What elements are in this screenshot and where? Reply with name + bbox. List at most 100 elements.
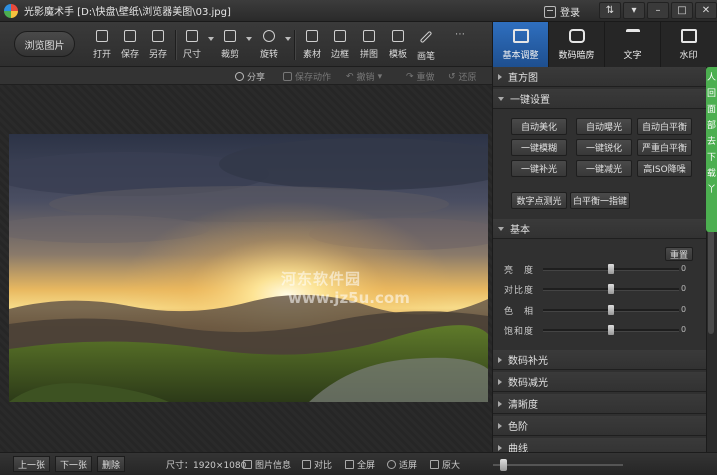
original-size-label: 原大 [442,461,461,471]
open-button[interactable]: 打开 [88,27,116,63]
digital-fill-light-section[interactable]: 数码补光 [493,350,706,370]
tab-watermark[interactable]: 水印 [660,22,716,67]
image-canvas[interactable]: 河东软件园 www.jz5u.com [0,85,492,452]
undo-button[interactable]: ↶ 撤销 ▾ [346,70,383,84]
auto-white-balance-button[interactable]: 自动白平衡 [637,118,692,135]
side-tab-char: 面 [706,105,716,115]
template-label: 模板 [388,50,407,60]
restore-button[interactable]: ↺ 还原 [448,70,477,84]
brush-button[interactable]: 画笔 [412,27,440,63]
compare-button[interactable]: 对比 [302,458,332,471]
action-bar: 分享 保存动作 ↶ 撤销 ▾ ↷ 重做 ↺ 还原 [0,67,492,85]
side-tab-char: 载 [706,169,716,179]
image-info-button[interactable]: 图片信息 [243,458,291,471]
border-button[interactable]: 边框 [326,27,354,63]
browse-images-button[interactable]: 浏览图片 [14,31,75,57]
photo-preview[interactable]: 河东软件园 www.jz5u.com [9,134,488,402]
material-button[interactable]: 素材 [298,27,326,63]
minimize-button[interactable]: – [647,2,669,19]
menu-dropdown-button[interactable]: ▾ [623,2,645,19]
border-icon [334,30,346,42]
one-key-blur-button[interactable]: 一键模糊 [511,139,567,156]
one-key-reduce-light-button[interactable]: 一键减光 [576,160,632,177]
saturation-slider-knob[interactable] [608,325,614,335]
white-balance-picker-button[interactable]: 白平衡一指键 [570,192,630,209]
resize-dropdown-icon[interactable] [208,37,214,41]
image-size-text: 尺寸：1920×1080 [166,461,247,471]
maximize-button[interactable]: □ [671,2,693,19]
zoom-slider-track[interactable] [493,464,623,466]
redo-button[interactable]: ↷ 重做 [406,70,435,84]
compare-label: 对比 [314,461,333,471]
tab-label: 基本调整 [502,51,539,61]
resize-icon [186,30,198,42]
collage-button[interactable]: 拼图 [355,27,383,63]
section-label: 数码减光 [508,378,548,389]
one-key-fill-light-button[interactable]: 一键补光 [511,160,567,177]
levels-section[interactable]: 色阶 [493,416,706,436]
next-image-button[interactable]: 下一张 [55,456,93,472]
resize-button[interactable]: 尺寸 [178,27,206,63]
histogram-section[interactable]: 直方图 [493,67,706,87]
contrast-slider-knob[interactable] [608,284,614,294]
crop-dropdown-icon[interactable] [246,37,252,41]
one-key-section[interactable]: 一键设置 [493,89,706,109]
main-toolbar: 浏览图片 打开 保存 另存 尺寸 裁剪 旋转 素材 边框 拼图 模板 画笔 ⋯ [0,22,492,67]
close-button[interactable]: ✕ [695,2,717,19]
curves-section[interactable]: 曲线 [493,438,706,452]
expand-caret-icon [498,356,502,363]
expand-caret-icon [498,422,502,429]
save-action-button[interactable]: 保存动作 [283,70,331,83]
original-size-icon [430,460,439,469]
severe-white-balance-button[interactable]: 严重白平衡 [637,139,692,156]
zoom-slider-knob[interactable] [499,459,507,471]
save-as-label: 另存 [148,50,167,60]
login-button[interactable]: 登录 [544,4,580,19]
tab-basic-adjust[interactable]: 基本调整 [492,22,548,67]
original-size-button[interactable]: 原大 [430,458,460,471]
material-label: 素材 [302,50,321,60]
brightness-slider-knob[interactable] [608,264,614,274]
hue-slider-knob[interactable] [608,305,614,315]
side-tab-char: 回 [706,89,716,99]
fullscreen-button[interactable]: 全屏 [345,458,375,471]
rotate-label: 旋转 [259,50,278,60]
rotate-button[interactable]: 旋转 [255,27,283,63]
clarity-section[interactable]: 清晰度 [493,394,706,414]
more-tools-button[interactable]: ⋯ [446,27,474,63]
high-iso-denoise-button[interactable]: 高ISO降噪 [637,160,692,177]
histogram-label: 直方图 [508,73,538,84]
basic-section[interactable]: 基本 [493,219,706,239]
save-button[interactable]: 保存 [116,27,144,63]
share-button[interactable]: 分享 [235,70,265,83]
mode-tabs: 基本调整 数码暗房 文字 水印 [492,22,717,67]
saturation-value: 0 [681,325,687,334]
rotate-dropdown-icon[interactable] [285,37,291,41]
basic-adjust-icon [512,29,529,43]
share-label: 分享 [247,73,266,83]
save-as-button[interactable]: 另存 [144,27,172,63]
auto-beautify-button[interactable]: 自动美化 [511,118,567,135]
one-key-sharpen-button[interactable]: 一键锐化 [576,139,632,156]
save-action-icon [283,72,292,81]
crop-icon [224,30,236,42]
delete-image-button[interactable]: 删除 [97,456,126,472]
crop-button[interactable]: 裁剪 [216,27,244,63]
tab-darkroom[interactable]: 数码暗房 [548,22,604,67]
template-button[interactable]: 模板 [384,27,412,63]
auto-exposure-button[interactable]: 自动曝光 [576,118,632,135]
fullscreen-icon [345,460,354,469]
template-icon [392,30,404,42]
spot-metering-button[interactable]: 数字点测光 [511,192,567,209]
login-label: 登录 [560,8,580,19]
prev-image-button[interactable]: 上一张 [13,456,51,472]
fit-screen-button[interactable]: 适屏 [387,458,417,471]
tab-text[interactable]: 文字 [604,22,660,67]
window-title: 光影魔术手 [D:\快盘\壁纸\浏览器美图\03.jpg] [24,7,231,18]
section-label: 曲线 [508,444,528,452]
skin-switch-button[interactable]: ⇅ [599,2,621,19]
digital-reduce-light-section[interactable]: 数码减光 [493,372,706,392]
undo-dropdown-icon[interactable]: ▾ [378,72,383,82]
reset-button[interactable]: 重置 [665,247,693,261]
side-promo-tab[interactable]: 人 回 面 部 去 下 载 丫 [706,67,717,232]
